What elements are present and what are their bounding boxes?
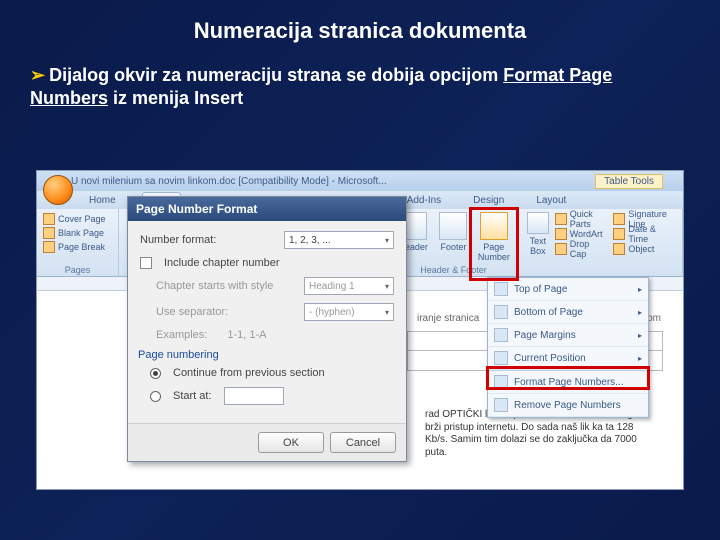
dialog-title: Page Number Format [128,197,406,221]
slide-body: ➢Dijalog okvir za numeraciju strana se d… [0,44,720,111]
remove-page-numbers-icon [494,398,508,412]
date-time-icon [613,228,625,240]
separator-select: - (hyphen) ▾ [304,303,394,321]
chevron-right-icon: ▸ [638,308,642,317]
contextual-tab-label: Table Tools [595,174,663,189]
bottom-of-page-icon [494,305,508,319]
drop-cap-button[interactable]: Drop Cap [555,242,608,256]
tab-design[interactable]: Design [467,193,510,208]
object-label: Object [628,244,654,254]
text-box-icon [527,212,549,234]
include-chapter-checkbox[interactable] [140,257,152,269]
dropdown-margins-label: Page Margins [514,330,576,341]
page-margins-icon [494,328,508,342]
dropdown-bottom-of-page[interactable]: Bottom of Page ▸ [488,301,648,324]
body-bold-2: Insert [194,88,243,108]
word-screenshot: U novi milenium sa novim linkom.doc [Com… [36,170,684,490]
drop-cap-label: Drop Cap [570,239,608,259]
blank-page-label: Blank Page [58,228,104,238]
chevron-down-icon: ▾ [385,282,389,291]
chevron-right-icon: ▸ [638,354,642,363]
blank-page-button[interactable]: Blank Page [43,226,112,240]
doc-header-text: iranje stranica [417,313,479,324]
examples-value: 1-1, 1-A [227,329,266,341]
chevron-right-icon: ▸ [638,331,642,340]
separator-value: - (hyphen) [309,307,355,318]
dropdown-page-margins[interactable]: Page Margins ▸ [488,324,648,347]
chapter-style-select: Heading 1 ▾ [304,277,394,295]
date-time-button[interactable]: Date & Time [613,227,676,241]
number-format-label: Number format: [140,234,276,246]
start-at-label: Start at: [173,390,212,402]
slide-title: Numeracija stranica dokumenta [0,0,720,44]
footer-button[interactable]: Footer [435,212,471,262]
signature-icon [613,213,625,225]
include-chapter-label: Include chapter number [164,257,280,269]
drop-cap-icon [555,243,567,255]
dropdown-current-label: Current Position [514,353,586,364]
quick-parts-button[interactable]: Quick Parts [555,212,608,226]
cancel-button[interactable]: Cancel [330,432,396,453]
pages-group-label: Pages [37,265,118,275]
dropdown-remove-label: Remove Page Numbers [514,400,621,411]
footer-icon [439,212,467,240]
cover-page-icon [43,213,55,225]
start-at-input[interactable] [224,387,284,405]
number-format-value: 1, 2, 3, ... [289,235,331,246]
highlight-format-page-numbers [486,366,650,390]
ribbon-group-text: Text Box Quick Parts WordArt Drop Cap Si… [519,209,683,276]
wordart-label: WordArt [570,229,603,239]
body-text-1: Dijalog okvir za numeraciju strana se do… [49,65,498,85]
body-text-2: iz menija [108,88,194,108]
continue-label: Continue from previous section [173,367,325,379]
examples-label: Examples: [156,329,207,341]
start-at-radio[interactable] [150,391,161,402]
object-icon [613,243,625,255]
page-number-dropdown: Top of Page ▸ Bottom of Page ▸ Page Margin… [487,277,649,418]
current-position-icon [494,351,508,365]
bullet-icon: ➢ [30,65,45,85]
highlight-page-number-button [469,207,519,281]
page-break-icon [43,241,55,253]
quick-parts-icon [555,213,567,225]
text-box-label: Text Box [530,236,547,256]
object-button[interactable]: Object [613,242,676,256]
page-number-format-dialog: Page Number Format Number format: 1, 2, … [127,196,407,462]
chevron-right-icon: ▸ [638,285,642,294]
continue-radio[interactable] [150,368,161,379]
titlebar: U novi milenium sa novim linkom.doc [Com… [37,171,683,191]
blank-page-icon [43,227,55,239]
dropdown-top-of-page[interactable]: Top of Page ▸ [488,278,648,301]
text-box-button[interactable]: Text Box [525,212,551,256]
use-separator-label: Use separator: [156,306,296,318]
quick-parts-label: Quick Parts [570,209,608,229]
top-of-page-icon [494,282,508,296]
ok-button[interactable]: OK [258,432,324,453]
cover-page-button[interactable]: Cover Page [43,212,112,226]
chapter-style-value: Heading 1 [309,281,355,292]
dropdown-top-label: Top of Page [514,284,567,295]
chevron-down-icon: ▾ [385,236,389,245]
date-time-label: Date & Time [628,224,676,244]
page-break-button[interactable]: Page Break [43,240,112,254]
number-format-select[interactable]: 1, 2, 3, ... ▾ [284,231,394,249]
wordart-icon [555,228,567,240]
window-title: U novi milenium sa novim linkom.doc [Com… [71,176,387,187]
tab-layout[interactable]: Layout [530,193,572,208]
chevron-down-icon: ▾ [385,308,389,317]
office-button-icon[interactable] [43,175,73,205]
page-break-label: Page Break [58,242,105,252]
chapter-starts-label: Chapter starts with style [156,280,296,292]
cover-page-label: Cover Page [58,214,106,224]
dropdown-remove-page-numbers[interactable]: Remove Page Numbers [488,394,648,417]
dropdown-bottom-label: Bottom of Page [514,307,583,318]
tab-addins[interactable]: Add-Ins [401,193,447,208]
tab-home[interactable]: Home [83,193,122,208]
page-numbering-section: Page numbering [138,349,394,361]
ribbon-group-pages: Cover Page Blank Page Page Break Pages [37,209,119,276]
footer-label: Footer [440,242,466,252]
